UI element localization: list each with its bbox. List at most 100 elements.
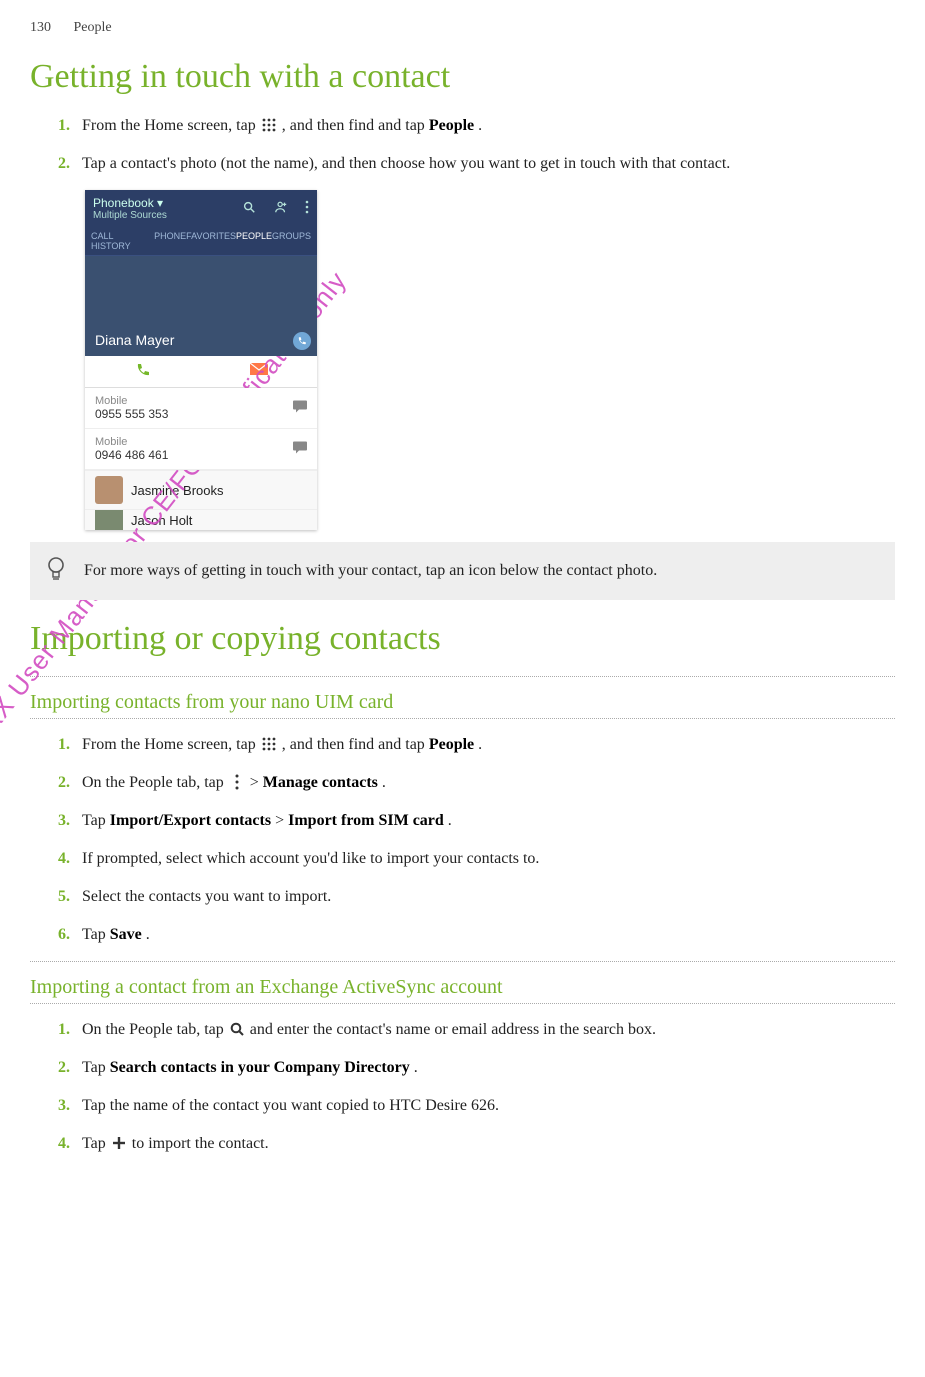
number-value: 0955 555 353 <box>95 407 307 421</box>
step-text: Tap <box>82 812 110 829</box>
avatar <box>95 509 123 530</box>
step-number: 3. <box>58 1094 70 1118</box>
step-number: 3. <box>58 809 70 833</box>
step-text: . <box>146 926 150 943</box>
bold-term: Manage contacts <box>263 774 378 791</box>
number-label: Mobile <box>95 436 307 448</box>
divider <box>30 1003 895 1004</box>
step-item: 1. From the Home screen, tap , and then … <box>58 733 895 757</box>
step-number: 2. <box>58 1056 70 1080</box>
search-icon <box>228 1021 246 1039</box>
step-number: 6. <box>58 923 70 947</box>
mail-icon <box>201 356 317 387</box>
step-text: to import the contact. <box>132 1135 269 1152</box>
overflow-icon <box>228 774 246 792</box>
plus-icon <box>110 1135 128 1153</box>
step-item: 6. Tap Save . <box>58 923 895 947</box>
list-item: Jasmine Brooks <box>85 470 317 509</box>
screenshot-tabs: CALL HISTORY PHONE FAVORITES PEOPLE GROU… <box>85 225 317 256</box>
subhead-nano-uim: Importing contacts from your nano UIM ca… <box>30 691 895 714</box>
section-title-importing: Importing or copying contacts <box>30 620 895 658</box>
contact-hero: Diana Mayer <box>85 256 317 356</box>
apps-grid-icon <box>260 117 278 135</box>
step-text: Select the contacts you want to import. <box>82 888 331 905</box>
step-item: 2. On the People tab, tap > Manage conta… <box>58 771 895 795</box>
contact-hero-name: Diana Mayer <box>95 332 174 348</box>
chapter-name: People <box>74 20 112 35</box>
number-label: Mobile <box>95 395 307 407</box>
add-person-icon <box>274 203 291 217</box>
step-text: Tap the name of the contact you want cop… <box>82 1097 499 1114</box>
divider <box>30 961 895 962</box>
page-number: 130 <box>30 20 70 36</box>
step-number: 2. <box>58 152 70 176</box>
section1-steps: 1. From the Home screen, tap , and then … <box>30 114 895 176</box>
step-text: Tap <box>82 926 110 943</box>
list-item-name: Jasmine Brooks <box>131 483 223 498</box>
step-number: 5. <box>58 885 70 909</box>
list-item-name: Jason Holt <box>131 513 192 528</box>
apps-grid-icon <box>260 736 278 754</box>
step-item: 2. Tap Search contacts in your Company D… <box>58 1056 895 1080</box>
contact-action-row <box>85 356 317 388</box>
search-icon <box>242 203 259 217</box>
step-text: On the People tab, tap <box>82 1021 228 1038</box>
bold-term: Search contacts in your Company Director… <box>110 1059 410 1076</box>
sub-a-steps: 1. From the Home screen, tap , and then … <box>30 733 895 947</box>
step-number: 1. <box>58 733 70 757</box>
step-item: 4. If prompted, select which account you… <box>58 847 895 871</box>
bold-term: Save <box>110 926 142 943</box>
list-item: Jason Holt <box>85 509 317 530</box>
step-text: . <box>382 774 386 791</box>
bold-term: People <box>429 117 474 134</box>
lightbulb-icon <box>46 556 68 584</box>
number-value: 0946 486 461 <box>95 448 307 462</box>
screenshot-actions <box>228 200 309 217</box>
tab-people: PEOPLE <box>236 231 272 251</box>
step-number: 4. <box>58 847 70 871</box>
step-text: From the Home screen, tap <box>82 117 260 134</box>
tab-favorites: FAVORITES <box>186 231 236 251</box>
step-text: , and then find and tap <box>282 736 429 753</box>
step-text: On the People tab, tap <box>82 774 228 791</box>
step-text: If prompted, select which account you'd … <box>82 850 539 867</box>
step-number: 2. <box>58 771 70 795</box>
step-text: > <box>250 774 263 791</box>
call-icon <box>85 356 201 387</box>
divider <box>30 718 895 719</box>
message-icon <box>293 401 307 416</box>
bold-term: Import/Export contacts <box>110 812 271 829</box>
subhead-exchange: Importing a contact from an Exchange Act… <box>30 976 895 999</box>
step-text: and enter the contact's name or email ad… <box>250 1021 656 1038</box>
step-number: 1. <box>58 1018 70 1042</box>
tab-call-history: CALL HISTORY <box>91 231 154 251</box>
phone-screenshot: Phonebook ▾ Multiple Sources CALL H <box>85 190 317 530</box>
screenshot-subtitle: Multiple Sources <box>93 210 167 221</box>
step-text: Tap a contact's photo (not the name), an… <box>82 155 730 172</box>
tab-groups: GROUPS <box>272 231 311 251</box>
bold-term: Import from SIM card <box>288 812 444 829</box>
step-item: 1. From the Home screen, tap , and then … <box>58 114 895 138</box>
section-title-getting-in-touch: Getting in touch with a contact <box>30 58 895 96</box>
step-text: . <box>414 1059 418 1076</box>
step-text: > <box>275 812 288 829</box>
step-item: 3. Tap Import/Export contacts > Import f… <box>58 809 895 833</box>
step-text: . <box>448 812 452 829</box>
step-text: From the Home screen, tap <box>82 736 260 753</box>
step-item: 2. Tap a contact's photo (not the name),… <box>58 152 895 176</box>
step-item: 3. Tap the name of the contact you want … <box>58 1094 895 1118</box>
step-number: 4. <box>58 1132 70 1156</box>
contact-number-row: Mobile 0955 555 353 <box>85 388 317 429</box>
step-text: , and then find and tap <box>282 117 429 134</box>
step-text: Tap <box>82 1135 110 1152</box>
step-item: 1. On the People tab, tap and enter the … <box>58 1018 895 1042</box>
screenshot-appbar: Phonebook ▾ Multiple Sources <box>85 190 317 225</box>
bold-term: People <box>429 736 474 753</box>
phone-icon <box>293 332 311 350</box>
step-item: 4. Tap to import the contact. <box>58 1132 895 1156</box>
avatar <box>95 476 123 504</box>
step-text: . <box>478 117 482 134</box>
page-header: 130 People <box>30 20 895 36</box>
message-icon <box>293 442 307 457</box>
step-number: 1. <box>58 114 70 138</box>
